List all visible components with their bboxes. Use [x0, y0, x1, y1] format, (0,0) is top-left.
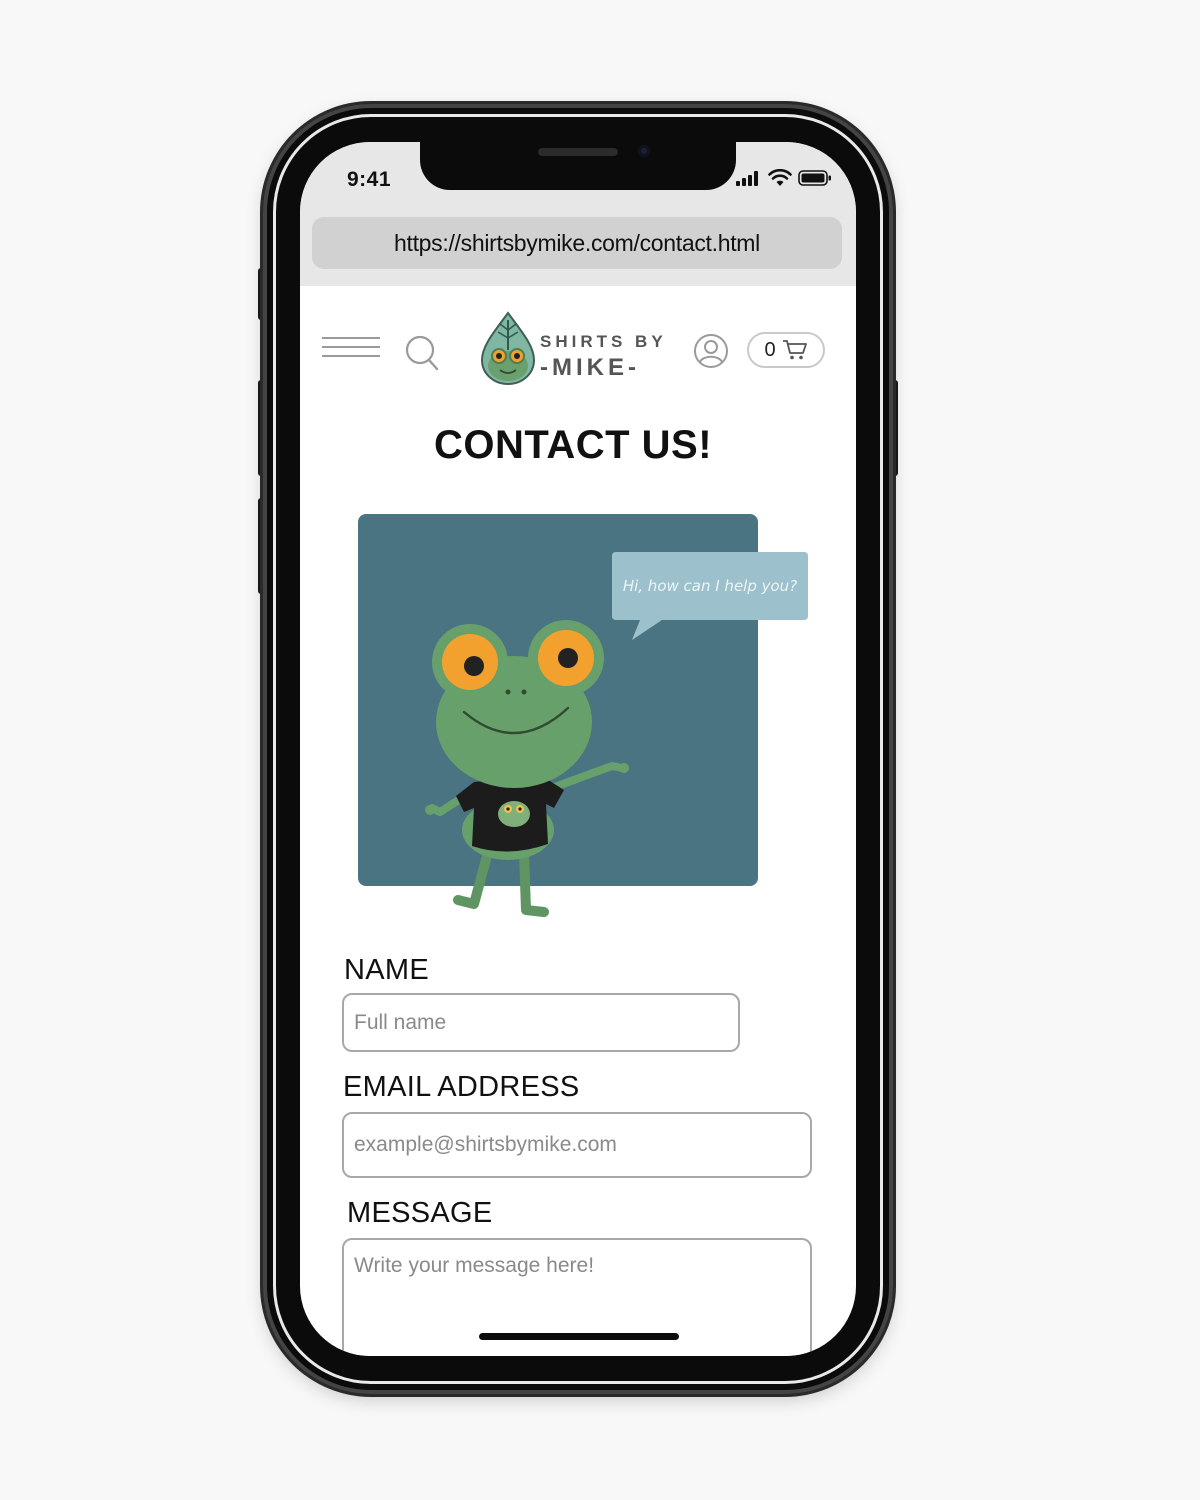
site-logo[interactable]: SHIRTS BY -MIKE- — [478, 310, 663, 390]
notch — [420, 142, 736, 190]
page-title: CONTACT US! — [433, 423, 713, 467]
status-time: 9:41 — [347, 168, 392, 191]
email-input[interactable] — [342, 1112, 812, 1178]
cart-count: 0 — [764, 338, 776, 361]
message-label: MESSAGE — [347, 1197, 493, 1229]
site-header: SHIRTS BY -MIKE- 0 — [300, 302, 856, 402]
cart-icon — [782, 340, 807, 360]
wifi-icon — [768, 169, 792, 186]
name-label: NAME — [344, 954, 429, 986]
url-bar[interactable]: https://shirtsbymike.com/contact.html — [312, 217, 842, 269]
phone-screen: 9:41 https://shirtsbymike.com/contact.ht… — [300, 142, 856, 1356]
speech-bubble-text: Hi, how can I help you? — [623, 577, 797, 595]
menu-icon[interactable] — [322, 337, 382, 367]
cart-button[interactable]: 0 — [747, 332, 825, 368]
logo-text-bottom: -MIKE- — [540, 354, 640, 381]
search-icon[interactable] — [404, 334, 440, 372]
home-indicator[interactable] — [479, 1333, 679, 1340]
email-label: EMAIL ADDRESS — [343, 1071, 580, 1103]
status-icons — [736, 168, 832, 188]
name-input[interactable] — [342, 993, 740, 1052]
battery-icon — [798, 170, 831, 186]
speaker-grille — [538, 148, 618, 156]
frog-illustration: Hi, how can I help you? — [358, 514, 808, 917]
user-icon[interactable] — [693, 333, 729, 369]
signal-icon — [736, 171, 758, 186]
logo-text-top: SHIRTS BY — [540, 332, 667, 351]
frog-leaf-logo-icon — [480, 311, 536, 386]
front-camera — [638, 145, 650, 157]
contact-illustration: Hi, how can I help you? — [356, 512, 812, 922]
